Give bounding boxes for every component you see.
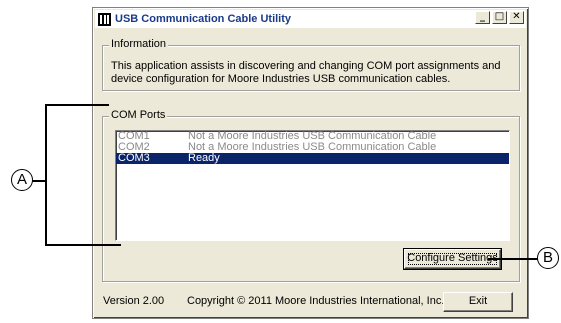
callout-a-bracket-bottom [45, 244, 121, 246]
exit-button[interactable]: Exit [443, 292, 513, 312]
callout-b-connector [488, 258, 538, 260]
configure-settings-label: Configure Settings [407, 252, 498, 264]
maximize-button[interactable]: □ [492, 11, 507, 24]
callout-b-circle: B [537, 247, 559, 269]
version-label: Version 2.00 [103, 295, 165, 307]
com-port-row[interactable]: COM3 Ready [116, 153, 509, 164]
window-controls: _ □ ✕ [475, 11, 524, 24]
callout-a-bracket-top [45, 104, 109, 106]
com-ports-group: COM Ports COM1 Not a Moore Industries USB… [102, 109, 520, 282]
information-group: Information This application assists in … [102, 38, 520, 91]
com-ports-list[interactable]: COM1 Not a Moore Industries USB Communica… [115, 130, 510, 241]
main-window: USB Communication Cable Utility _ □ ✕ In… [92, 7, 529, 319]
information-legend: Information [109, 38, 169, 50]
callout-a-connector [32, 180, 46, 182]
exit-label: Exit [468, 295, 488, 307]
com-ports-legend: COM Ports [109, 109, 168, 121]
app-icon [98, 12, 111, 26]
callout-a-bracket-vertical [45, 104, 47, 245]
callout-a-circle: A [11, 169, 33, 191]
copyright-label: Copyright © 2011 Moore Industries Intern… [187, 295, 445, 307]
com-port-status: Not a Moore Industries USB Communication… [188, 141, 437, 153]
com-port-row[interactable]: COM2 Not a Moore Industries USB Communica… [116, 142, 509, 153]
configure-settings-button[interactable]: Configure Settings [403, 248, 502, 270]
information-text: This application assists in discovering … [111, 60, 501, 85]
minimize-button[interactable]: _ [475, 11, 490, 24]
close-button[interactable]: ✕ [509, 11, 524, 24]
title-bar[interactable]: USB Communication Cable Utility _ □ ✕ [95, 10, 526, 28]
com-port-status: Ready [188, 152, 220, 164]
window-title: USB Communication Cable Utility [115, 13, 292, 25]
com-port-name: COM3 [118, 152, 150, 164]
